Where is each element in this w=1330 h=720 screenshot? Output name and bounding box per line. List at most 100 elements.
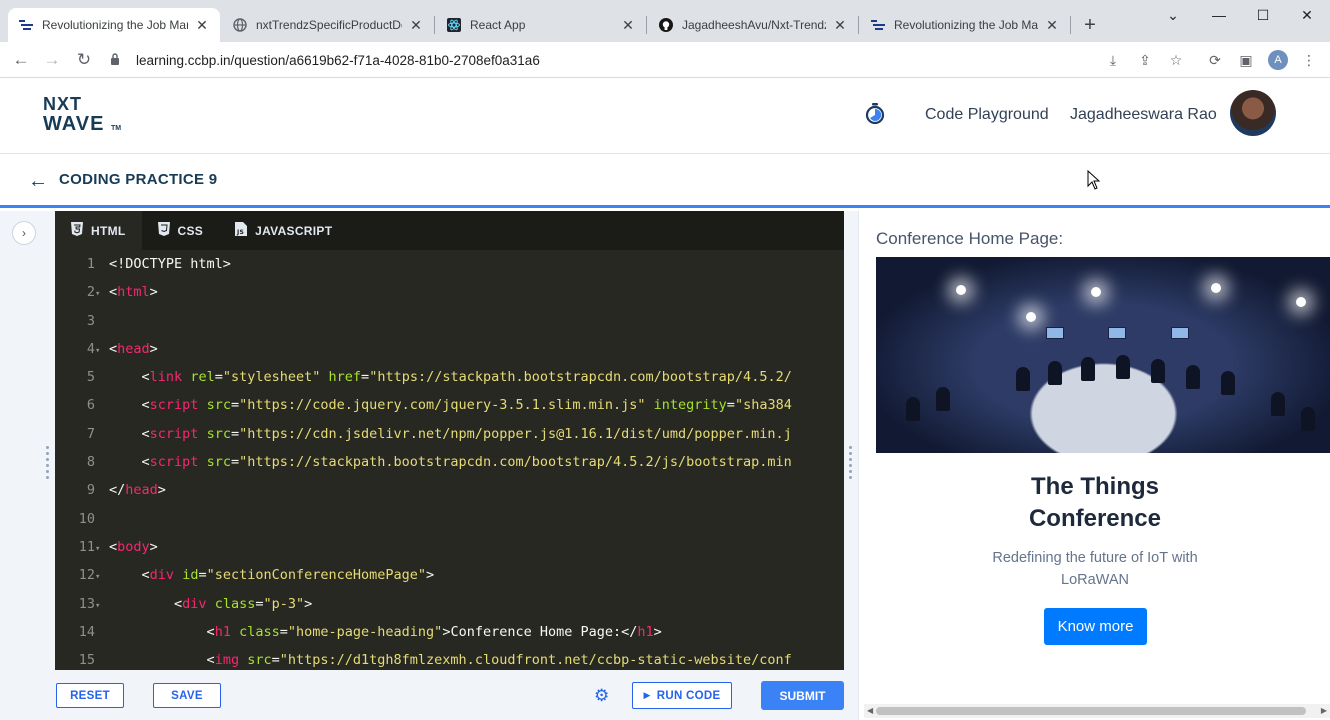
bookmark-star-icon[interactable]: ☆ [1164, 48, 1188, 72]
reload-icon[interactable]: ↻ [72, 48, 96, 72]
browser-tab-title: Revolutionizing the Job Mark [894, 18, 1038, 32]
browser-tab-2[interactable]: nxtTrendzSpecificProductDet ✕ [222, 8, 434, 42]
user-avatar[interactable] [1230, 90, 1276, 136]
code-token: head [125, 482, 158, 499]
expand-panel-chevron-icon[interactable]: › [12, 221, 36, 245]
run-code-button[interactable]: ▶ RUN CODE [632, 682, 732, 709]
code-playground-link[interactable]: Code Playground [925, 106, 1049, 124]
back-arrow-icon[interactable]: ← [9, 48, 33, 72]
close-window-icon[interactable]: ✕ [1284, 0, 1330, 30]
close-tab-icon[interactable]: ✕ [620, 17, 636, 34]
fold-toggle-icon[interactable]: ▾ [95, 280, 109, 308]
scroll-left-arrow-icon[interactable]: ◀ [867, 704, 873, 718]
browser-profile-avatar[interactable]: A [1268, 50, 1288, 70]
install-app-icon[interactable]: ⤓ [1101, 48, 1125, 72]
line-number: 5 [86, 369, 95, 386]
tab-css[interactable]: CSS [142, 211, 220, 250]
extensions-icon[interactable]: ⟳ [1203, 48, 1227, 72]
code-line[interactable]: 8 <script src="https://stackpath.bootstr… [55, 448, 844, 476]
forward-arrow-icon[interactable]: → [40, 48, 64, 72]
code-line[interactable]: 10 [55, 505, 844, 533]
code-line[interactable]: 7 <script src="https://cdn.jsdelivr.net/… [55, 420, 844, 448]
back-arrow-icon[interactable]: ← [28, 170, 48, 193]
browser-tab-5[interactable]: Revolutionizing the Job Mark ✕ [860, 8, 1070, 42]
tab-separator [646, 16, 647, 34]
close-tab-icon[interactable]: ✕ [832, 17, 848, 34]
right-resize-handle[interactable] [849, 446, 853, 479]
logo-wave-text: WAVE [43, 113, 105, 135]
code-token: < [141, 567, 150, 584]
code-token: = [230, 454, 240, 471]
code-token: img [214, 652, 240, 669]
fold-toggle-icon[interactable]: ▾ [95, 535, 109, 563]
code-line[interactable]: 5 <link rel="stylesheet" href="https://s… [55, 363, 844, 391]
side-panel-icon[interactable]: ▣ [1234, 48, 1258, 72]
address-bar[interactable]: learning.ccbp.in/question/a6619b62-f71a-… [110, 46, 1110, 74]
css3-icon [157, 222, 170, 239]
code-line[interactable]: 14 <h1 class="home-page-heading">Confere… [55, 618, 844, 646]
svg-text:JS: JS [236, 229, 244, 236]
code-area[interactable]: 1 <!DOCTYPE html> 2▾ <html> 3 4▾ <head> 5 <link… [55, 250, 844, 670]
share-icon[interactable]: ⇪ [1133, 48, 1157, 72]
submit-button[interactable]: SUBMIT [761, 681, 844, 710]
code-line[interactable]: 11▾ <body> [55, 533, 844, 561]
maximize-window-icon[interactable]: ☐ [1240, 0, 1286, 30]
new-tab-button[interactable]: + [1080, 12, 1100, 38]
code-line[interactable]: 15 <img src="https://d1tgh8fmlzexmh.clou… [55, 646, 844, 670]
code-line[interactable]: 13▾ <div class="p-3"> [55, 590, 844, 618]
reset-button[interactable]: RESET [56, 683, 124, 708]
browser-menu-icon[interactable]: ⋮ [1297, 48, 1321, 72]
code-token: h1 [637, 623, 654, 640]
scrollbar-thumb[interactable] [876, 707, 1306, 715]
code-token: html [117, 284, 150, 301]
code-token: < [206, 652, 215, 669]
preview-horizontal-scrollbar[interactable]: ◀ ▶ [864, 704, 1330, 718]
code-editor[interactable]: HTML CSS JS JAVASCRIPT 1 <!DOCTYPE html> 2… [55, 211, 844, 670]
close-tab-icon[interactable]: ✕ [194, 17, 210, 34]
line-number: 13 [78, 595, 95, 612]
code-line[interactable]: 12▾ <div id="sectionConferenceHomePage"> [55, 561, 844, 589]
browser-tab-1[interactable]: Revolutionizing the Job Mark ✕ [8, 8, 220, 42]
fold-toggle-icon[interactable]: ▾ [95, 337, 109, 365]
code-token: src [206, 397, 231, 414]
browser-tab-title: Revolutionizing the Job Mark [42, 18, 188, 32]
tab-html[interactable]: HTML [55, 211, 142, 250]
left-resize-handle[interactable] [46, 446, 50, 479]
code-token: "home-page-heading" [287, 623, 443, 640]
tab-search-chevron-icon[interactable]: ⌄ [1150, 0, 1196, 30]
code-token: > [149, 340, 158, 357]
preview-heading: Conference Home Page: [876, 229, 1064, 248]
scroll-right-arrow-icon[interactable]: ▶ [1321, 704, 1327, 718]
browser-tab-4[interactable]: JagadheeshAvu/Nxt-Trendz- ✕ [648, 8, 858, 42]
code-line[interactable]: 4▾ <head> [55, 335, 844, 363]
browser-tab-3[interactable]: React App ✕ [436, 8, 646, 42]
code-line[interactable]: 9 </head> [55, 476, 844, 504]
conference-title-line-2: Conference [1028, 505, 1162, 532]
minimize-window-icon[interactable]: — [1196, 0, 1242, 30]
code-line[interactable]: 3 [55, 307, 844, 335]
conference-title: The Things Conference [859, 471, 1330, 535]
nxtwave-logo[interactable]: NXT WAVE TM [43, 95, 123, 135]
timer-icon[interactable] [864, 102, 886, 124]
code-line[interactable]: 2▾ <html> [55, 278, 844, 306]
tab-javascript[interactable]: JS JAVASCRIPT [219, 211, 348, 250]
fold-toggle-icon[interactable]: ▾ [95, 592, 109, 620]
line-number: 15 [78, 652, 95, 669]
page-title: CODING PRACTICE 9 [59, 171, 218, 188]
code-token: h1 [214, 623, 231, 640]
know-more-button[interactable]: Know more [1044, 608, 1147, 645]
gear-icon[interactable]: ⚙ [594, 686, 609, 706]
code-token: "https://d1tgh8fmlzexmh.cloudfront.net/c… [279, 652, 792, 669]
close-tab-icon[interactable]: ✕ [408, 17, 424, 34]
browser-toolbar: ← → ↻ learning.ccbp.in/question/a6619b62… [0, 42, 1330, 78]
code-line[interactable]: 6 <script src="https://code.jquery.com/j… [55, 391, 844, 419]
fold-toggle-icon[interactable]: ▾ [95, 563, 109, 591]
save-button[interactable]: SAVE [153, 683, 221, 708]
close-tab-icon[interactable]: ✕ [1044, 17, 1060, 34]
code-line[interactable]: 1 <!DOCTYPE html> [55, 250, 844, 278]
